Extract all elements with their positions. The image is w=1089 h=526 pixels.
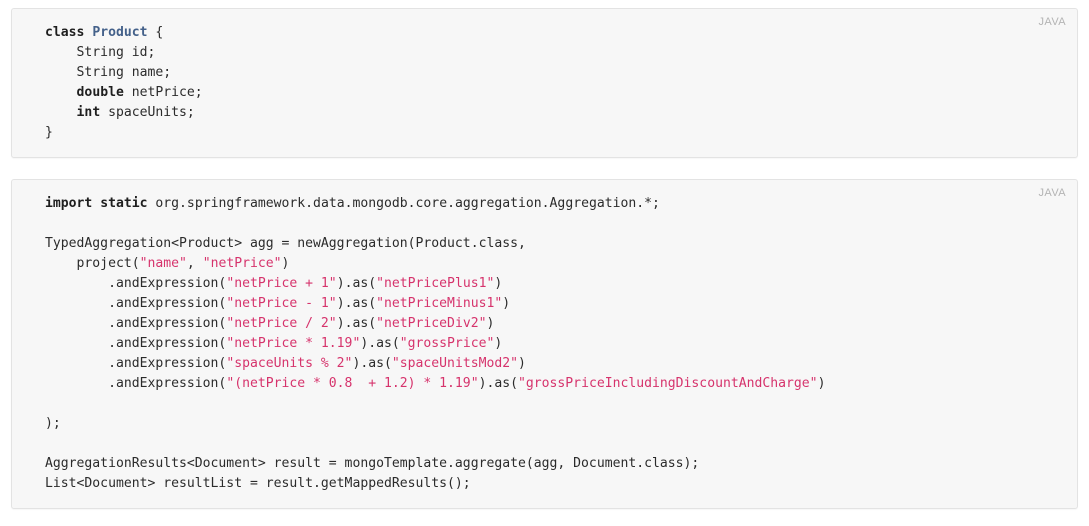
code-token: "spaceUnitsMod2" <box>391 356 519 371</box>
code-content[interactable]: import static org.springframework.data.m… <box>12 194 1077 494</box>
code-token: } <box>45 125 53 140</box>
code-token: ) <box>502 296 511 311</box>
code-token: ) <box>494 336 503 351</box>
code-token: double <box>76 85 124 100</box>
code-token: "name" <box>139 256 187 271</box>
code-token: "netPricePlus1" <box>376 276 495 291</box>
code-token: String id; <box>45 45 156 60</box>
code-token: ) <box>486 316 495 331</box>
code-token: "netPrice + 1" <box>226 276 337 291</box>
code-token: .andExpression( <box>45 376 227 391</box>
code-token: "grossPriceIncludingDiscountAndCharge" <box>518 376 818 391</box>
code-token: ).as( <box>478 376 518 391</box>
code-token: spaceUnits; <box>100 105 195 120</box>
code-token: static <box>100 196 148 211</box>
code-token: ) <box>817 376 826 391</box>
code-token: .andExpression( <box>45 356 227 371</box>
code-token: org.springframework.data.mongodb.core.ag… <box>147 196 660 211</box>
code-token: ) <box>494 276 503 291</box>
code-token: AggregationResults<Document> result = mo… <box>45 456 700 471</box>
code-token: netPrice; <box>123 85 203 100</box>
code-token: class <box>45 25 85 40</box>
code-token: ) <box>518 356 526 371</box>
code-token: List<Document> resultList = result.getMa… <box>45 476 471 491</box>
code-token: "spaceUnits % 2" <box>226 356 353 371</box>
code-token: "grossPrice" <box>399 336 495 351</box>
code-token: .andExpression( <box>45 296 227 311</box>
code-content[interactable]: class Product { String id; String name; … <box>12 23 1077 143</box>
code-token: ); <box>45 416 61 431</box>
code-token: ) <box>281 256 290 271</box>
code-token: "netPrice" <box>202 256 282 271</box>
code-token: ).as( <box>352 356 392 371</box>
code-token: { <box>147 25 164 40</box>
code-token: "netPriceMinus1" <box>376 296 503 311</box>
code-token: Product <box>92 25 148 40</box>
code-token: .andExpression( <box>45 316 227 331</box>
code-token: import <box>45 196 93 211</box>
code-token: String name; <box>45 65 172 80</box>
code-token: "netPrice - 1" <box>226 296 337 311</box>
code-token: .andExpression( <box>45 276 227 291</box>
code-token: "netPrice / 2" <box>226 316 337 331</box>
code-token: , <box>186 256 203 271</box>
code-block-product-class: JAVA class Product { String id; String n… <box>11 8 1078 158</box>
code-token: int <box>76 105 101 120</box>
code-token: .andExpression( <box>45 336 227 351</box>
code-token: "(netPrice * 0.8 + 1.2) * 1.19" <box>226 376 479 391</box>
code-token: ).as( <box>336 316 377 331</box>
code-page: JAVA class Product { String id; String n… <box>0 0 1089 509</box>
code-token: ).as( <box>336 296 377 311</box>
language-label: JAVA <box>1038 16 1066 28</box>
code-token: "netPriceDiv2" <box>376 316 487 331</box>
code-token: ).as( <box>360 336 400 351</box>
code-token: ).as( <box>336 276 377 291</box>
code-token: "netPrice * 1.19" <box>226 336 361 351</box>
language-label: JAVA <box>1038 187 1066 199</box>
code-token: project( <box>45 256 140 271</box>
code-token: TypedAggregation<Product> agg = newAggre… <box>45 236 526 251</box>
code-block-aggregation: JAVA import static org.springframework.d… <box>11 179 1078 509</box>
